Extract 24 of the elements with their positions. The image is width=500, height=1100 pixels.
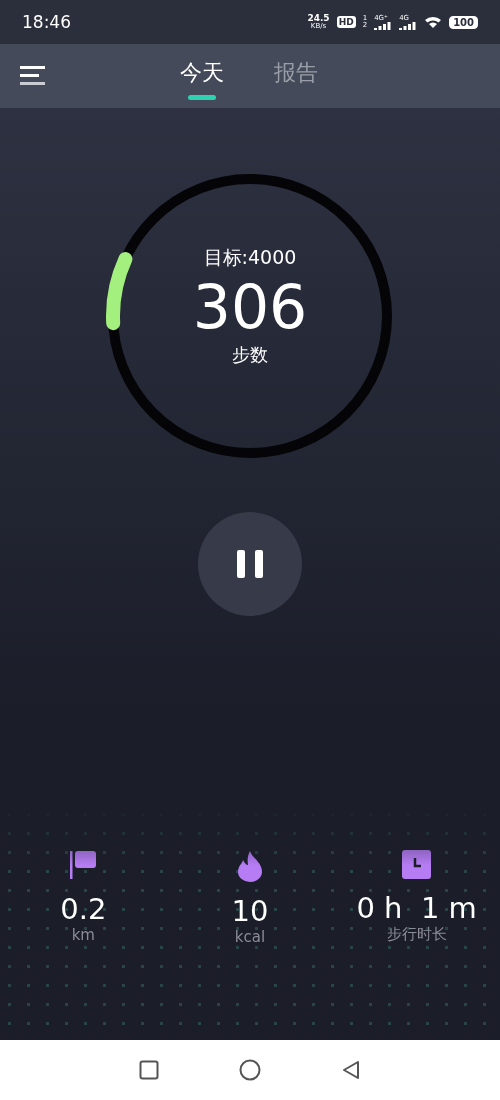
battery-level: 100 — [449, 15, 478, 29]
stat-unit: 步行时长 — [386, 925, 447, 944]
flag-icon — [68, 850, 99, 880]
tab[interactable]: 今天 — [180, 51, 224, 101]
signal-icon — [374, 21, 393, 30]
clock-icon — [402, 850, 432, 879]
status-time: 18:46 — [22, 12, 72, 32]
stat-value: 10 — [231, 894, 269, 928]
network-speed: 24.5 — [307, 14, 330, 23]
wifi-icon — [424, 15, 443, 29]
recent-apps-button[interactable] — [139, 1060, 159, 1080]
stat-unit: km — [71, 926, 95, 944]
back-button[interactable] — [341, 1060, 361, 1080]
flame-icon — [236, 850, 264, 882]
step-goal: 目标:4000 — [203, 245, 297, 270]
step-count: 306 — [192, 271, 308, 343]
hd-badge: HD — [336, 16, 356, 28]
menu-button[interactable] — [20, 66, 46, 86]
stat-value: 0 h 1 m — [356, 891, 477, 925]
steps-label: 步数 — [232, 343, 268, 367]
stat-value: 0.2 — [60, 892, 107, 926]
stat-unit: kcal — [234, 928, 266, 946]
home-button[interactable] — [239, 1059, 261, 1081]
signal-icon — [399, 21, 418, 30]
